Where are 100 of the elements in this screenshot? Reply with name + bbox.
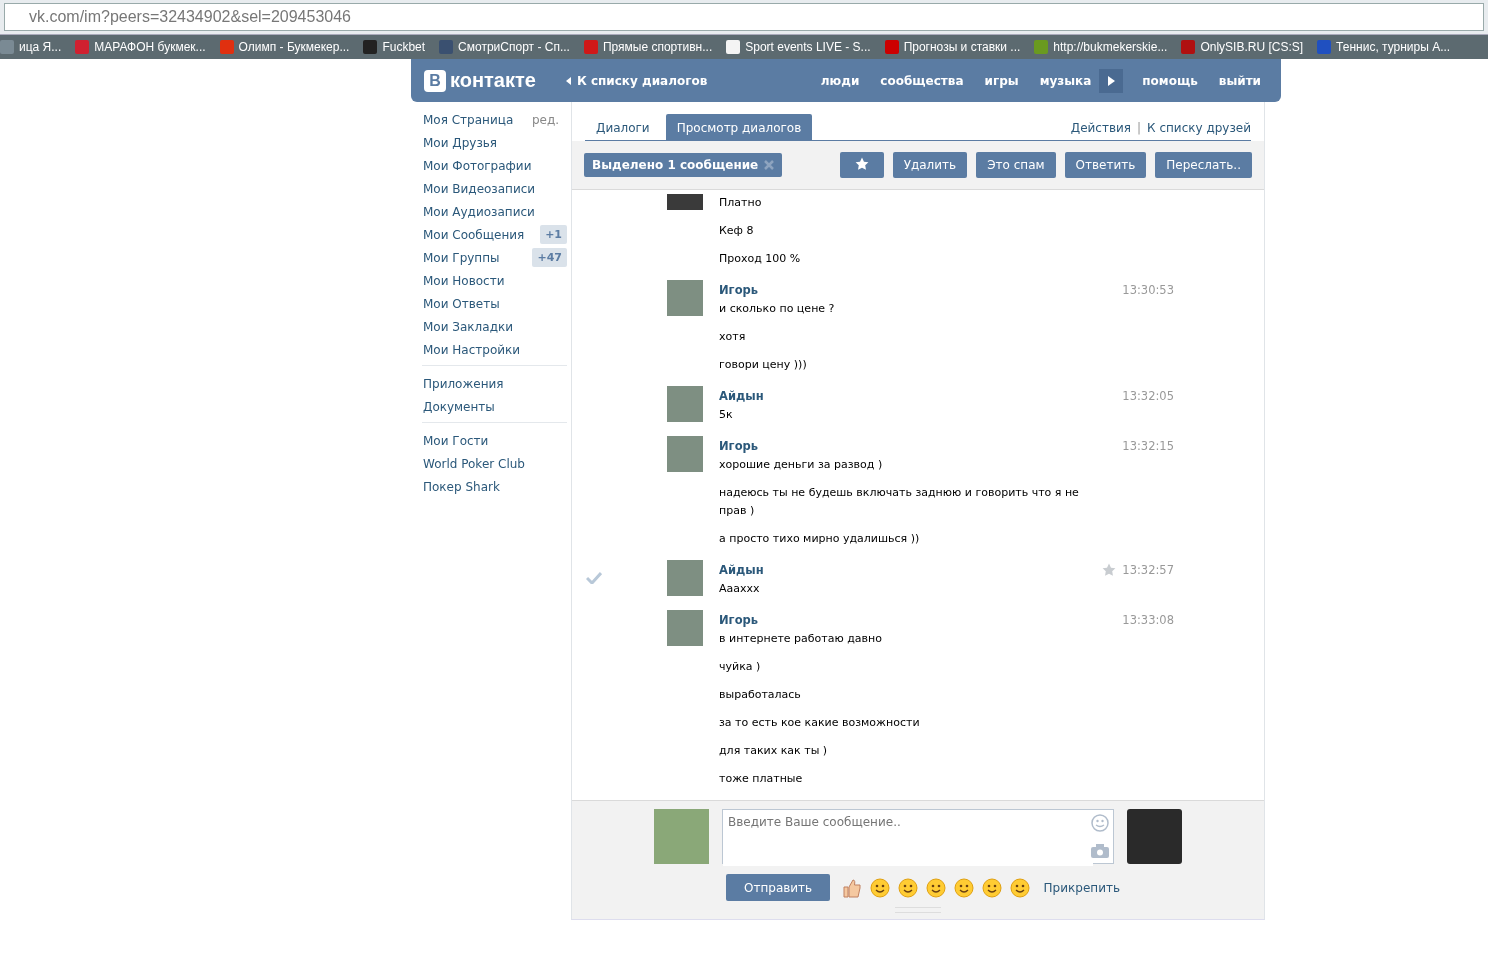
logo-icon[interactable]: В bbox=[424, 69, 446, 92]
edit-link[interactable]: ред. bbox=[531, 112, 559, 127]
bookmark[interactable]: СмотриСпорт - Сп... bbox=[439, 40, 570, 54]
emoji-icon[interactable] bbox=[870, 877, 891, 898]
close-icon[interactable] bbox=[764, 160, 775, 170]
sidebar-link[interactable]: Покер Shark bbox=[423, 479, 500, 494]
message-text: Кеф 8 bbox=[719, 223, 755, 239]
avatar-photo-placeholder[interactable] bbox=[667, 386, 703, 422]
sidebar-link[interactable]: Мои Сообщения bbox=[423, 227, 525, 242]
sidebar-link[interactable]: Мои Закладки bbox=[423, 319, 513, 334]
message-time: 13:32:05 bbox=[1122, 389, 1174, 403]
bookmark[interactable]: Прогнозы и ставки ... bbox=[884, 40, 1021, 54]
action-button[interactable]: Переслать.. bbox=[1155, 152, 1252, 178]
count-badge: +1 bbox=[540, 225, 567, 244]
smiley-icon[interactable] bbox=[1091, 814, 1109, 832]
sidebar-link[interactable]: Мои Новости bbox=[423, 273, 505, 288]
avatar-photo-placeholder[interactable] bbox=[667, 560, 703, 596]
message-text: Ааахxx bbox=[719, 581, 761, 597]
star-icon[interactable] bbox=[1102, 563, 1117, 577]
emoji-icon[interactable] bbox=[1010, 877, 1031, 898]
avatar-photo-placeholder[interactable] bbox=[667, 610, 703, 646]
message-text: для таких как ты ) bbox=[719, 743, 829, 759]
sidebar-link[interactable]: Мои Видеозаписи bbox=[423, 181, 536, 196]
message-text: в интернете работаю давно bbox=[719, 631, 883, 647]
action-link[interactable]: Действия bbox=[1070, 121, 1132, 135]
message-time: 13:33:08 bbox=[1122, 613, 1174, 627]
camera-icon[interactable] bbox=[1091, 844, 1109, 858]
bookmark[interactable]: Прямые спортивн... bbox=[583, 40, 713, 54]
sidebar-link[interactable]: Мои Ответы bbox=[423, 296, 500, 311]
message-time: 13:32:57 bbox=[1122, 563, 1174, 577]
bookmark[interactable]: Олимп - Букмекер... bbox=[219, 40, 350, 54]
nav-link[interactable]: выйти bbox=[1218, 73, 1261, 88]
message-text: а просто тихо мирно удалишься )) bbox=[719, 531, 921, 547]
message-time: 13:30:53 bbox=[1122, 283, 1174, 297]
action-button[interactable]: Это спам bbox=[976, 152, 1056, 178]
bookmark[interactable]: Fuckbet bbox=[363, 40, 426, 54]
selection-text: Выделено 1 сообщение bbox=[592, 158, 759, 172]
message-text: хотя bbox=[719, 329, 747, 345]
author-name[interactable]: Айдын bbox=[719, 389, 764, 403]
emoji-icon[interactable] bbox=[898, 877, 919, 898]
star-button[interactable] bbox=[839, 152, 884, 178]
bookmark[interactable]: Sport events LIVE - S... bbox=[726, 40, 871, 54]
count-badge: +47 bbox=[532, 248, 567, 267]
message-text: за то есть кое какие возможности bbox=[719, 715, 921, 731]
more-button[interactable] bbox=[1099, 68, 1124, 93]
attach-link[interactable]: Прикрепить bbox=[1043, 880, 1120, 895]
author-name[interactable]: Игорь bbox=[719, 283, 759, 297]
bookmark[interactable]: http://bukmekerskie... bbox=[1034, 40, 1168, 54]
message-text: чуйка ) bbox=[719, 659, 762, 675]
play-icon bbox=[1107, 75, 1115, 86]
nav-link[interactable]: игры bbox=[984, 73, 1019, 88]
sidebar-link[interactable]: Мои Друзья bbox=[423, 135, 498, 150]
bookmark[interactable]: ица Я... bbox=[0, 40, 62, 54]
thumbs-up-icon[interactable] bbox=[842, 877, 863, 898]
message-text: и сколько по цене ? bbox=[719, 301, 836, 317]
sidebar-link[interactable]: Документы bbox=[423, 399, 495, 414]
sidebar-link[interactable]: Моя Страница bbox=[423, 112, 514, 127]
bookmark[interactable]: OnlySIB.RU [CS:S] bbox=[1181, 40, 1304, 54]
nav-link[interactable]: помощь bbox=[1142, 73, 1198, 88]
tab[interactable]: Диалоги bbox=[585, 114, 661, 140]
action-button[interactable]: Удалить bbox=[892, 152, 968, 178]
nav-link[interactable]: музыка bbox=[1039, 73, 1092, 88]
sidebar-link[interactable]: Мои Группы bbox=[423, 250, 500, 265]
emoji-icon[interactable] bbox=[926, 877, 947, 898]
nav-link[interactable]: сообщества bbox=[880, 73, 964, 88]
sidebar-link[interactable]: Мои Настройки bbox=[423, 342, 521, 357]
sidebar-link[interactable]: Мои Аудиозаписи bbox=[423, 204, 535, 219]
sidebar-link[interactable]: Мои Фотографии bbox=[423, 158, 532, 173]
own-avatar-photo-placeholder bbox=[654, 809, 709, 864]
avatar-photo-placeholder[interactable] bbox=[667, 436, 703, 472]
check-icon[interactable] bbox=[586, 572, 602, 584]
author-name[interactable]: Игорь bbox=[719, 439, 759, 453]
contact-avatar-photo-placeholder bbox=[1127, 809, 1182, 864]
sidebar-link[interactable]: World Poker Club bbox=[423, 456, 525, 471]
url-text: vk.com/im?peers=32434902&sel=209453046 bbox=[29, 8, 351, 26]
bookmark[interactable]: Теннис, турниры А... bbox=[1317, 40, 1451, 54]
separator: | bbox=[1137, 121, 1142, 135]
avatar-photo-placeholder[interactable] bbox=[667, 194, 703, 210]
avatar-photo-placeholder[interactable] bbox=[667, 280, 703, 316]
caret-icon bbox=[565, 76, 571, 85]
action-button[interactable]: Ответить bbox=[1064, 152, 1147, 178]
message-input[interactable]: Введите Ваше сообщение.. bbox=[722, 809, 1114, 864]
message-text: говори цену ))) bbox=[719, 357, 808, 373]
logo-text[interactable]: контакте bbox=[450, 69, 536, 92]
address-bar[interactable]: vk.com/im?peers=32434902&sel=209453046 bbox=[4, 3, 1484, 31]
back-link[interactable]: К списку диалогов bbox=[565, 73, 708, 88]
message-text: выработалась bbox=[719, 687, 802, 703]
author-name[interactable]: Игорь bbox=[719, 613, 759, 627]
nav-link[interactable]: люди bbox=[820, 73, 860, 88]
message-text: тоже платные bbox=[719, 771, 804, 787]
tab[interactable]: Просмотр диалогов bbox=[665, 114, 813, 140]
sidebar-link[interactable]: Приложения bbox=[423, 376, 504, 391]
author-name[interactable]: Айдын bbox=[719, 563, 764, 577]
send-button[interactable]: Отправить bbox=[726, 874, 831, 901]
message-text: Платно bbox=[719, 195, 763, 211]
bookmark[interactable]: МАРАФОН букмек... bbox=[75, 40, 206, 54]
emoji-icon[interactable] bbox=[982, 877, 1003, 898]
sidebar-link[interactable]: Мои Гости bbox=[423, 433, 489, 448]
action-link[interactable]: К списку друзей bbox=[1147, 121, 1251, 135]
emoji-icon[interactable] bbox=[954, 877, 975, 898]
